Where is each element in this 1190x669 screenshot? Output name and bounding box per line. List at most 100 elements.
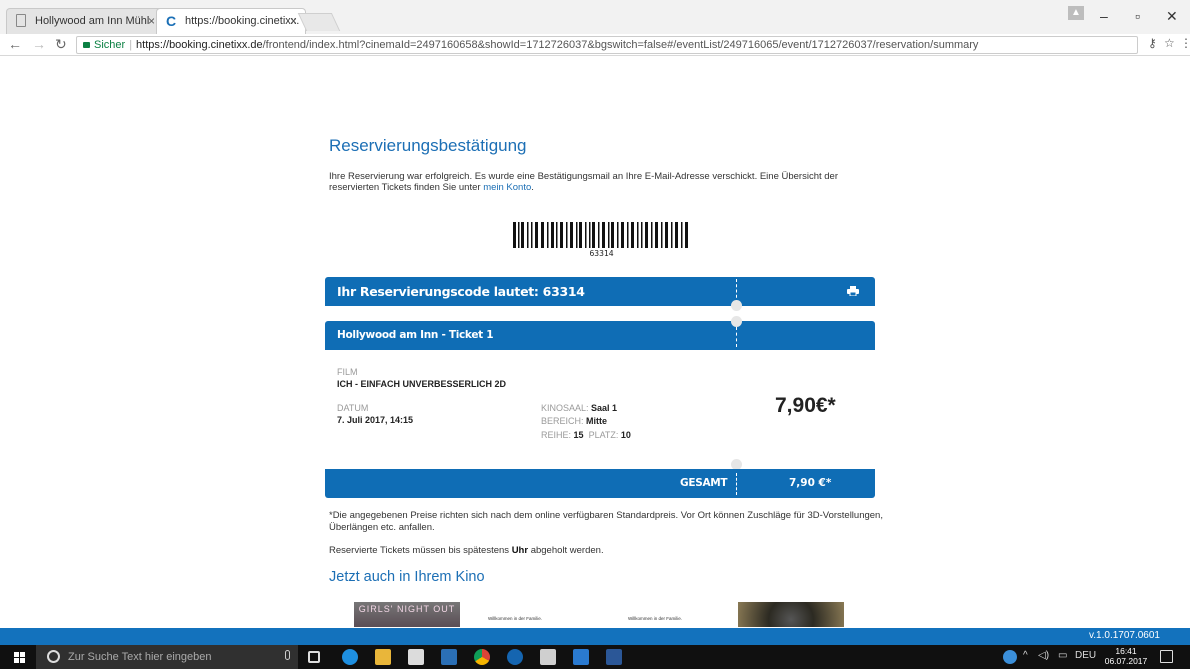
- reload-icon[interactable]: ↻: [55, 36, 67, 53]
- close-icon[interactable]: ×: [290, 9, 297, 33]
- pickup-suffix: abgeholt werden.: [528, 545, 604, 556]
- intro-text: Ihre Reservierung war erfolgreich. Es wu…: [329, 171, 879, 193]
- page-content: Reservierungsbestätigung Ihre Reservieru…: [0, 57, 1190, 627]
- task-view-icon[interactable]: [308, 651, 320, 663]
- microphone-icon[interactable]: [285, 650, 290, 660]
- hp-icon[interactable]: [507, 649, 523, 665]
- window-close-icon[interactable]: ✕: [1166, 8, 1178, 25]
- edge-icon[interactable]: [342, 649, 358, 665]
- taskbar: Zur Suche Text hier eingeben ^ ◁) ▭ DEU …: [0, 645, 1190, 669]
- volume-icon[interactable]: ◁): [1038, 650, 1049, 661]
- perforation-line: [736, 327, 737, 347]
- reservation-code: Ihr Reservierungscode lautet: 63314: [337, 284, 585, 299]
- tab-hollywood[interactable]: Hollywood am Inn Mühl ×: [6, 8, 164, 34]
- tab-label: Hollywood am Inn Mühl: [35, 15, 150, 27]
- total-bar: GESAMT 7,90 €*: [325, 469, 875, 498]
- photos-icon[interactable]: [441, 649, 457, 665]
- total-value: 7,90 €*: [789, 477, 832, 489]
- printer-icon[interactable]: [847, 286, 859, 296]
- movie-thumbnail[interactable]: Willkommen in der Familie.: [488, 602, 548, 627]
- taskbar-search[interactable]: Zur Suche Text hier eingeben: [36, 645, 298, 669]
- thumbnail-caption: Willkommen in der Familie.: [488, 616, 543, 621]
- area-label: BEREICH:: [541, 416, 584, 426]
- star-icon[interactable]: ☆: [1164, 36, 1175, 50]
- browser-toolbar: ← → ↻ Sicher | https://booking.cinetixx.de…: [0, 34, 1190, 56]
- area-field: BEREICH: Mitte: [541, 416, 607, 426]
- row-value: 15: [573, 430, 584, 440]
- version-text: v.1.0.1707.0601: [1089, 630, 1160, 641]
- url-text: https://booking.cinetixx.de/frontend/ind…: [136, 39, 978, 51]
- date-value: 7. Juli 2017, 14:15: [337, 415, 414, 425]
- word-icon[interactable]: [606, 649, 622, 665]
- intro-body: Ihre Reservierung war erfolgreich. Es wu…: [329, 171, 838, 193]
- page-icon: [16, 14, 26, 27]
- tab-label: https://booking.cinetixx.: [185, 15, 300, 27]
- movie-thumbnail[interactable]: GIRLS' NIGHT OUT: [354, 602, 460, 627]
- security-label: Sicher: [94, 39, 126, 51]
- film-value: ICH - EINFACH UNVERBESSERLICH 2D: [337, 379, 507, 389]
- perforation-notch: [731, 300, 742, 311]
- intro-end: .: [531, 182, 534, 193]
- chevron-up-icon[interactable]: ^: [1023, 650, 1028, 661]
- seat-field: REIHE: 15 PLATZ: 10: [541, 430, 631, 440]
- key-icon[interactable]: ⚷: [1148, 36, 1157, 50]
- pickup-note: Reservierte Tickets müssen bis spätesten…: [329, 545, 604, 556]
- pickup-prefix: Reservierte Tickets müssen bis spätesten…: [329, 545, 512, 556]
- browser-titlebar: Hollywood am Inn Mühl × C https://bookin…: [0, 0, 1190, 34]
- thumbnail-title: GIRLS' NIGHT OUT: [358, 604, 456, 614]
- area-value: Mitte: [586, 416, 608, 426]
- ticket-price: 7,90€*: [775, 394, 836, 417]
- lock-icon: [83, 42, 90, 48]
- restore-icon[interactable]: ▫: [1135, 8, 1140, 24]
- thumbnail-caption: Willkommen in der Familie.: [628, 616, 683, 621]
- back-icon[interactable]: ←: [8, 36, 22, 52]
- barcode-number: 63314: [589, 249, 614, 258]
- section-title: Jetzt auch in Ihrem Kino: [329, 569, 485, 585]
- chrome-icon[interactable]: [474, 649, 490, 665]
- forward-icon[interactable]: →: [32, 36, 46, 52]
- windows-start-icon[interactable]: [14, 652, 25, 663]
- tab-cinetixx[interactable]: C https://booking.cinetixx. ×: [156, 8, 306, 34]
- cortana-icon: [47, 650, 60, 663]
- page-title: Reservierungsbestätigung: [329, 136, 527, 155]
- barcode: [513, 222, 688, 248]
- movie-thumbnail[interactable]: Willkommen in der Familie.: [628, 602, 688, 627]
- menu-icon[interactable]: ⋮: [1180, 36, 1190, 50]
- minimize-icon[interactable]: –: [1100, 8, 1108, 24]
- perforation-notch: [731, 316, 742, 327]
- seat-value: 10: [620, 430, 631, 440]
- new-tab-button[interactable]: [297, 13, 341, 31]
- account-link[interactable]: mein Konto: [483, 182, 531, 193]
- row-label: REIHE:: [541, 430, 572, 440]
- language-indicator[interactable]: DEU: [1075, 650, 1096, 661]
- total-label: GESAMT: [680, 477, 728, 489]
- movie-thumbnail[interactable]: [738, 602, 844, 627]
- film-label: FILM: [337, 367, 358, 377]
- hall-field: KINOSAAL: Saal 1: [541, 403, 617, 413]
- close-icon[interactable]: ×: [148, 9, 155, 33]
- perforation-line: [736, 473, 737, 495]
- separator: |: [129, 39, 133, 51]
- version-bar: v.1.0.1707.0601: [0, 628, 1190, 645]
- profile-icon[interactable]: ▲: [1068, 6, 1084, 20]
- app-x-icon[interactable]: [573, 649, 589, 665]
- ticket-header-bar: Hollywood am Inn - Ticket 1: [325, 321, 875, 350]
- store-icon[interactable]: [408, 649, 424, 665]
- url-host: https://booking.cinetixx.de: [136, 39, 263, 51]
- network-icon[interactable]: ▭: [1058, 650, 1067, 661]
- seat-label: PLATZ:: [588, 430, 619, 440]
- hall-value: Saal 1: [591, 403, 618, 413]
- cinetixx-icon: C: [166, 13, 177, 29]
- search-placeholder: Zur Suche Text hier eingeben: [68, 651, 212, 663]
- reservation-code-bar: Ihr Reservierungscode lautet: 63314: [325, 277, 875, 306]
- app-icon[interactable]: [540, 649, 556, 665]
- price-disclaimer: *Die angegebenen Preise richten sich nac…: [329, 510, 883, 533]
- date-label: DATUM: [337, 403, 369, 413]
- address-bar[interactable]: Sicher | https://booking.cinetixx.de/front…: [76, 36, 1138, 54]
- system-clock[interactable]: 16:41 06.07.2017: [1101, 646, 1151, 666]
- ticket-title: Hollywood am Inn - Ticket 1: [337, 329, 494, 341]
- help-icon[interactable]: [1003, 650, 1017, 664]
- notifications-icon[interactable]: [1160, 650, 1173, 663]
- clock-time: 16:41: [1115, 646, 1137, 656]
- file-explorer-icon[interactable]: [375, 649, 391, 665]
